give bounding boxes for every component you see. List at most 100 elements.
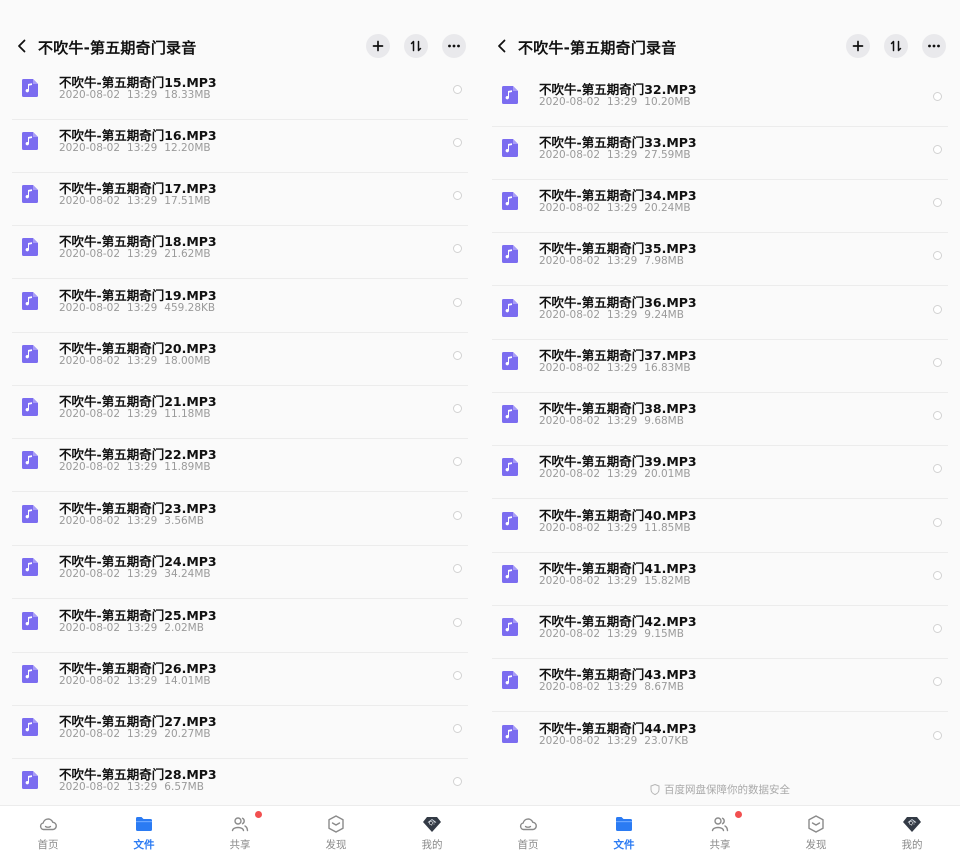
select-radio[interactable] (933, 464, 942, 473)
select-radio[interactable] (933, 571, 942, 580)
file-time: 13:29 (607, 468, 638, 480)
select-radio[interactable] (933, 198, 942, 207)
audio-file-icon (22, 238, 38, 256)
share-people-icon (230, 814, 250, 834)
audio-file-icon (502, 299, 518, 317)
file-meta: 2020-08-02 13:29 10.20MB (539, 96, 698, 108)
file-size: 7.98MB (644, 255, 684, 267)
folder-icon (614, 814, 634, 834)
sort-button[interactable] (404, 34, 428, 58)
security-note: 百度网盘保障你的数据安全 (480, 782, 960, 798)
file-row[interactable]: 不吹牛-第五期奇门35.MP3 2020-08-02 13:29 7.98MB (492, 233, 948, 286)
file-row[interactable]: 不吹牛-第五期奇门22.MP3 2020-08-02 13:29 11.89MB (12, 439, 468, 492)
back-arrow-icon[interactable] (12, 36, 32, 56)
file-row[interactable]: 不吹牛-第五期奇门20.MP3 2020-08-02 13:29 18.00MB (12, 333, 468, 386)
file-row[interactable]: 不吹牛-第五期奇门33.MP3 2020-08-02 13:29 27.59MB (492, 127, 948, 180)
tab-cloud[interactable]: 首页 (0, 806, 96, 853)
select-radio[interactable] (933, 251, 942, 260)
more-button[interactable] (442, 34, 466, 58)
sort-button[interactable] (884, 34, 908, 58)
audio-file-icon (502, 192, 518, 210)
select-radio[interactable] (453, 457, 462, 466)
select-radio[interactable] (933, 518, 942, 527)
select-radio[interactable] (453, 191, 462, 200)
file-row[interactable]: 不吹牛-第五期奇门19.MP3 2020-08-02 13:29 459.28KB (12, 280, 468, 333)
select-radio[interactable] (453, 511, 462, 520)
file-size: 2.02MB (164, 622, 204, 634)
file-row[interactable]: 不吹牛-第五期奇门24.MP3 2020-08-02 13:29 34.24MB (12, 546, 468, 599)
file-row[interactable]: 不吹牛-第五期奇门26.MP3 2020-08-02 13:29 14.01MB (12, 653, 468, 706)
share-people-icon (710, 814, 730, 834)
more-button[interactable] (922, 34, 946, 58)
file-row[interactable]: 不吹牛-第五期奇门18.MP3 2020-08-02 13:29 21.62MB (12, 226, 468, 279)
back-arrow-icon[interactable] (492, 36, 512, 56)
select-radio[interactable] (933, 411, 942, 420)
file-size: 8.67MB (644, 681, 684, 693)
file-time: 13:29 (127, 675, 158, 687)
add-button[interactable] (366, 34, 390, 58)
tab-discover-box[interactable]: 发现 (288, 806, 384, 853)
file-row[interactable]: 不吹牛-第五期奇门32.MP3 2020-08-02 13:29 10.20MB (492, 74, 948, 127)
tab-profile-diamond[interactable]: Q! 我的 (864, 806, 960, 853)
select-radio[interactable] (453, 351, 462, 360)
file-row[interactable]: 不吹牛-第五期奇门23.MP3 2020-08-02 13:29 3.56MB (12, 493, 468, 546)
file-row[interactable]: 不吹牛-第五期奇门38.MP3 2020-08-02 13:29 9.68MB (492, 393, 948, 446)
file-row[interactable]: 不吹牛-第五期奇门16.MP3 2020-08-02 13:29 12.20MB (12, 120, 468, 173)
select-radio[interactable] (453, 404, 462, 413)
select-radio[interactable] (933, 731, 942, 740)
select-radio[interactable] (453, 138, 462, 147)
file-row[interactable]: 不吹牛-第五期奇门25.MP3 2020-08-02 13:29 2.02MB (12, 600, 468, 653)
tab-profile-diamond[interactable]: Q! 我的 (384, 806, 480, 853)
audio-file-icon (22, 612, 38, 630)
add-button[interactable] (846, 34, 870, 58)
file-time: 13:29 (607, 202, 638, 214)
file-size: 15.82MB (644, 575, 691, 587)
file-meta: 2020-08-02 13:29 11.85MB (539, 522, 698, 534)
select-radio[interactable] (453, 777, 462, 786)
select-radio[interactable] (453, 244, 462, 253)
file-row[interactable]: 不吹牛-第五期奇门17.MP3 2020-08-02 13:29 17.51MB (12, 173, 468, 226)
file-row[interactable]: 不吹牛-第五期奇门44.MP3 2020-08-02 13:29 23.07KB (492, 713, 948, 766)
select-radio[interactable] (933, 358, 942, 367)
select-radio[interactable] (933, 624, 942, 633)
tab-folder[interactable]: 文件 (96, 806, 192, 853)
file-row[interactable]: 不吹牛-第五期奇门36.MP3 2020-08-02 13:29 9.24MB (492, 287, 948, 340)
select-radio[interactable] (933, 305, 942, 314)
file-row[interactable]: 不吹牛-第五期奇门43.MP3 2020-08-02 13:29 8.67MB (492, 659, 948, 712)
file-time: 13:29 (127, 728, 158, 740)
file-time: 13:29 (127, 248, 158, 260)
select-radio[interactable] (453, 564, 462, 573)
profile-diamond-icon: Q! (422, 814, 442, 834)
file-date: 2020-08-02 (539, 202, 601, 214)
file-row[interactable]: 不吹牛-第五期奇门15.MP3 2020-08-02 13:29 18.33MB (12, 67, 468, 120)
file-row[interactable]: 不吹牛-第五期奇门40.MP3 2020-08-02 13:29 11.85MB (492, 500, 948, 553)
file-row[interactable]: 不吹牛-第五期奇门34.MP3 2020-08-02 13:29 20.24MB (492, 180, 948, 233)
file-date: 2020-08-02 (539, 681, 601, 693)
file-row[interactable]: 不吹牛-第五期奇门42.MP3 2020-08-02 13:29 9.15MB (492, 606, 948, 659)
tab-share-people[interactable]: 共享 (672, 806, 768, 853)
file-size: 12.20MB (164, 142, 211, 154)
file-date: 2020-08-02 (539, 522, 601, 534)
audio-file-icon (502, 512, 518, 530)
select-radio[interactable] (453, 298, 462, 307)
tab-discover-box[interactable]: 发现 (768, 806, 864, 853)
file-row[interactable]: 不吹牛-第五期奇门21.MP3 2020-08-02 13:29 11.18MB (12, 386, 468, 439)
select-radio[interactable] (453, 724, 462, 733)
select-radio[interactable] (933, 677, 942, 686)
file-row[interactable]: 不吹牛-第五期奇门39.MP3 2020-08-02 13:29 20.01MB (492, 446, 948, 499)
notification-badge (255, 811, 262, 818)
tab-share-people[interactable]: 共享 (192, 806, 288, 853)
file-date: 2020-08-02 (59, 515, 121, 527)
select-radio[interactable] (933, 145, 942, 154)
tab-folder[interactable]: 文件 (576, 806, 672, 853)
select-radio[interactable] (453, 85, 462, 94)
select-radio[interactable] (453, 671, 462, 680)
file-row[interactable]: 不吹牛-第五期奇门27.MP3 2020-08-02 13:29 20.27MB (12, 706, 468, 759)
select-radio[interactable] (933, 92, 942, 101)
file-date: 2020-08-02 (59, 408, 121, 420)
file-size: 20.01MB (644, 468, 691, 480)
file-row[interactable]: 不吹牛-第五期奇门41.MP3 2020-08-02 13:29 15.82MB (492, 553, 948, 606)
tab-cloud[interactable]: 首页 (480, 806, 576, 853)
select-radio[interactable] (453, 618, 462, 627)
file-row[interactable]: 不吹牛-第五期奇门37.MP3 2020-08-02 13:29 16.83MB (492, 340, 948, 393)
